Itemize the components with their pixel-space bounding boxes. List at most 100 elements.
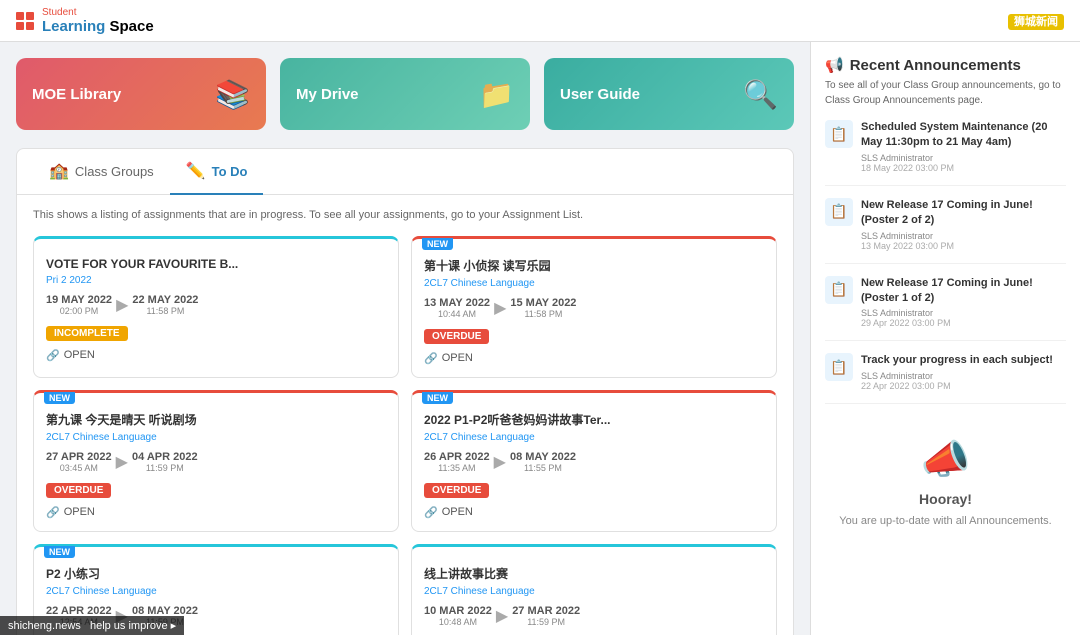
- card-4-class: 2CL7 Chinese Language: [424, 432, 764, 443]
- assignment-card-6: 线上讲故事比赛 2CL7 Chinese Language 10 MAR 202…: [411, 544, 777, 635]
- ann-3-icon: 📋: [830, 281, 847, 298]
- header: Student Learning Space 狮城新闻: [0, 0, 1080, 42]
- ann-4-icon-box: 📋: [825, 353, 853, 381]
- card-1-status: INCOMPLETE: [46, 326, 128, 341]
- card-3-open[interactable]: 🔗 OPEN: [46, 506, 386, 519]
- hooray-title: Hooray!: [835, 491, 1056, 507]
- card-2-open[interactable]: 🔗 OPEN: [424, 352, 764, 365]
- tabs-section: 🏫 Class Groups ✏️ To Do This shows a lis…: [16, 148, 794, 635]
- assignment-card-1: VOTE FOR YOUR FAVOURITE B... Pri 2 2022 …: [33, 236, 399, 378]
- card-6-start: 10 MAR 2022 10:48 AM: [424, 605, 492, 627]
- ann-3-date: 29 Apr 2022 03:00 PM: [861, 318, 1066, 328]
- tabs-content: This shows a listing of assignments that…: [17, 195, 793, 635]
- announcement-item-3[interactable]: 📋 New Release 17 Coming in June! (Poster…: [825, 276, 1066, 342]
- ann-4-title: Track your progress in each subject!: [861, 353, 1066, 368]
- left-panel: MOE Library 📚 My Drive 📁 User Guide 🔍 🏫 …: [0, 42, 810, 635]
- brand-tag: 狮城新闻: [1008, 14, 1064, 30]
- card-6-arrow: ▶: [496, 606, 508, 626]
- ann-4-author: SLS Administrator: [861, 371, 1066, 381]
- ann-1-icon: 📋: [830, 126, 847, 143]
- tabs-header: 🏫 Class Groups ✏️ To Do: [17, 149, 793, 195]
- card-2-end: 15 MAY 2022 11:58 PM: [510, 297, 576, 319]
- card-1-title: VOTE FOR YOUR FAVOURITE B...: [46, 257, 386, 271]
- announcement-item-2[interactable]: 📋 New Release 17 Coming in June! (Poster…: [825, 198, 1066, 264]
- card-4-dates: 26 APR 2022 11:35 AM ▶ 08 MAY 2022 11:55…: [424, 451, 764, 473]
- my-drive-label: My Drive: [296, 86, 359, 103]
- card-4-end: 08 MAY 2022 11:55 PM: [510, 451, 576, 473]
- card-3-dates: 27 APR 2022 03:45 AM ▶ 04 APR 2022 11:59…: [46, 451, 386, 473]
- ann-1-title: Scheduled System Maintenance (20 May 11:…: [861, 120, 1066, 151]
- ann-2-author: SLS Administrator: [861, 231, 1066, 241]
- ann-4-date: 22 Apr 2022 03:00 PM: [861, 381, 1066, 391]
- card-6-dates: 10 MAR 2022 10:48 AM ▶ 27 MAR 2022 11:59…: [424, 605, 764, 627]
- logo-text: Student Learning Space: [42, 7, 154, 35]
- card-3-status: OVERDUE: [46, 483, 111, 498]
- ann-4-icon: 📋: [830, 359, 847, 376]
- announcement-item-1[interactable]: 📋 Scheduled System Maintenance (20 May 1…: [825, 120, 1066, 186]
- ann-3-title: New Release 17 Coming in June! (Poster 1…: [861, 276, 1066, 307]
- ann-1-date: 18 May 2022 03:00 PM: [861, 163, 1066, 173]
- my-drive-card[interactable]: My Drive 📁: [280, 58, 530, 130]
- announcements-description: To see all of your Class Group announcem…: [825, 78, 1066, 108]
- card-2-dates: 13 MAY 2022 10:44 AM ▶ 15 MAY 2022 11:58…: [424, 297, 764, 319]
- card-3-badge: NEW: [44, 392, 75, 404]
- card-1-arrow: ▶: [116, 295, 128, 315]
- class-groups-label: Class Groups: [75, 164, 154, 179]
- card-3-open-icon: 🔗: [46, 506, 60, 519]
- ann-4-content: Track your progress in each subject! SLS…: [861, 353, 1066, 390]
- hooray-text: You are up-to-date with all Announcement…: [835, 513, 1056, 530]
- card-1-class: Pri 2 2022: [46, 275, 386, 286]
- ann-2-title: New Release 17 Coming in June! (Poster 2…: [861, 198, 1066, 229]
- watermark-label: shicheng.news: [8, 620, 81, 632]
- announcements-title: 📢 Recent Announcements: [825, 56, 1066, 74]
- watermark-help[interactable]: help us improve ▸: [90, 620, 176, 632]
- ann-3-author: SLS Administrator: [861, 308, 1066, 318]
- todo-description: This shows a listing of assignments that…: [33, 207, 777, 224]
- to-do-icon: ✏️: [186, 161, 206, 181]
- main-layout: MOE Library 📚 My Drive 📁 User Guide 🔍 🏫 …: [0, 42, 1080, 635]
- card-4-start: 26 APR 2022 11:35 AM: [424, 451, 490, 473]
- card-1-open[interactable]: 🔗 OPEN: [46, 349, 386, 362]
- ann-1-icon-box: 📋: [825, 120, 853, 148]
- card-1-end: 22 MAY 2022 11:58 PM: [132, 294, 198, 316]
- assignment-card-4: NEW 2022 P1-P2听爸爸妈妈讲故事Ter... 2CL7 Chines…: [411, 390, 777, 532]
- card-3-end: 04 APR 2022 11:59 PM: [132, 451, 198, 473]
- logo-student-text: Student: [42, 7, 154, 18]
- logo-space-text: Space: [105, 18, 153, 35]
- card-1-dates: 19 MAY 2022 02:00 PM ▶ 22 MAY 2022 11:58…: [46, 294, 386, 316]
- tab-to-do[interactable]: ✏️ To Do: [170, 149, 264, 195]
- card-2-status: OVERDUE: [424, 329, 489, 344]
- user-guide-card[interactable]: User Guide 🔍: [544, 58, 794, 130]
- assignment-grid: VOTE FOR YOUR FAVOURITE B... Pri 2 2022 …: [33, 236, 777, 635]
- card-2-class: 2CL7 Chinese Language: [424, 278, 764, 289]
- ann-2-date: 13 May 2022 03:00 PM: [861, 241, 1066, 251]
- card-4-arrow: ▶: [494, 452, 506, 472]
- card-2-badge: NEW: [422, 238, 453, 250]
- moe-library-card[interactable]: MOE Library 📚: [16, 58, 266, 130]
- logo-learning-text: Learning: [42, 18, 105, 35]
- ann-3-icon-box: 📋: [825, 276, 853, 304]
- card-6-class: 2CL7 Chinese Language: [424, 586, 764, 597]
- card-5-title: P2 小练习: [46, 565, 386, 582]
- ann-2-icon-box: 📋: [825, 198, 853, 226]
- announcement-item-4[interactable]: 📋 Track your progress in each subject! S…: [825, 353, 1066, 403]
- logo-grid-icon: [16, 12, 34, 30]
- to-do-label: To Do: [212, 164, 248, 179]
- card-6-title: 线上讲故事比赛: [424, 565, 764, 582]
- card-6-end: 27 MAR 2022 11:59 PM: [512, 605, 580, 627]
- card-3-class: 2CL7 Chinese Language: [46, 432, 386, 443]
- ann-1-author: SLS Administrator: [861, 153, 1066, 163]
- card-4-title: 2022 P1-P2听爸爸妈妈讲故事Ter...: [424, 411, 764, 428]
- hooray-section: 📣 Hooray! You are up-to-date with all An…: [825, 416, 1066, 550]
- class-groups-icon: 🏫: [49, 161, 69, 181]
- user-guide-icon: 🔍: [743, 78, 778, 111]
- moe-library-label: MOE Library: [32, 86, 121, 103]
- ann-2-icon: 📋: [830, 203, 847, 220]
- assignment-card-2: NEW 第十课 小侦探 读写乐园 2CL7 Chinese Language 1…: [411, 236, 777, 378]
- watermark-bar: shicheng.news help us improve ▸: [0, 616, 184, 635]
- card-4-open[interactable]: 🔗 OPEN: [424, 506, 764, 519]
- card-5-badge: NEW: [44, 546, 75, 558]
- card-4-badge: NEW: [422, 392, 453, 404]
- tab-class-groups[interactable]: 🏫 Class Groups: [33, 149, 170, 195]
- card-3-arrow: ▶: [116, 452, 128, 472]
